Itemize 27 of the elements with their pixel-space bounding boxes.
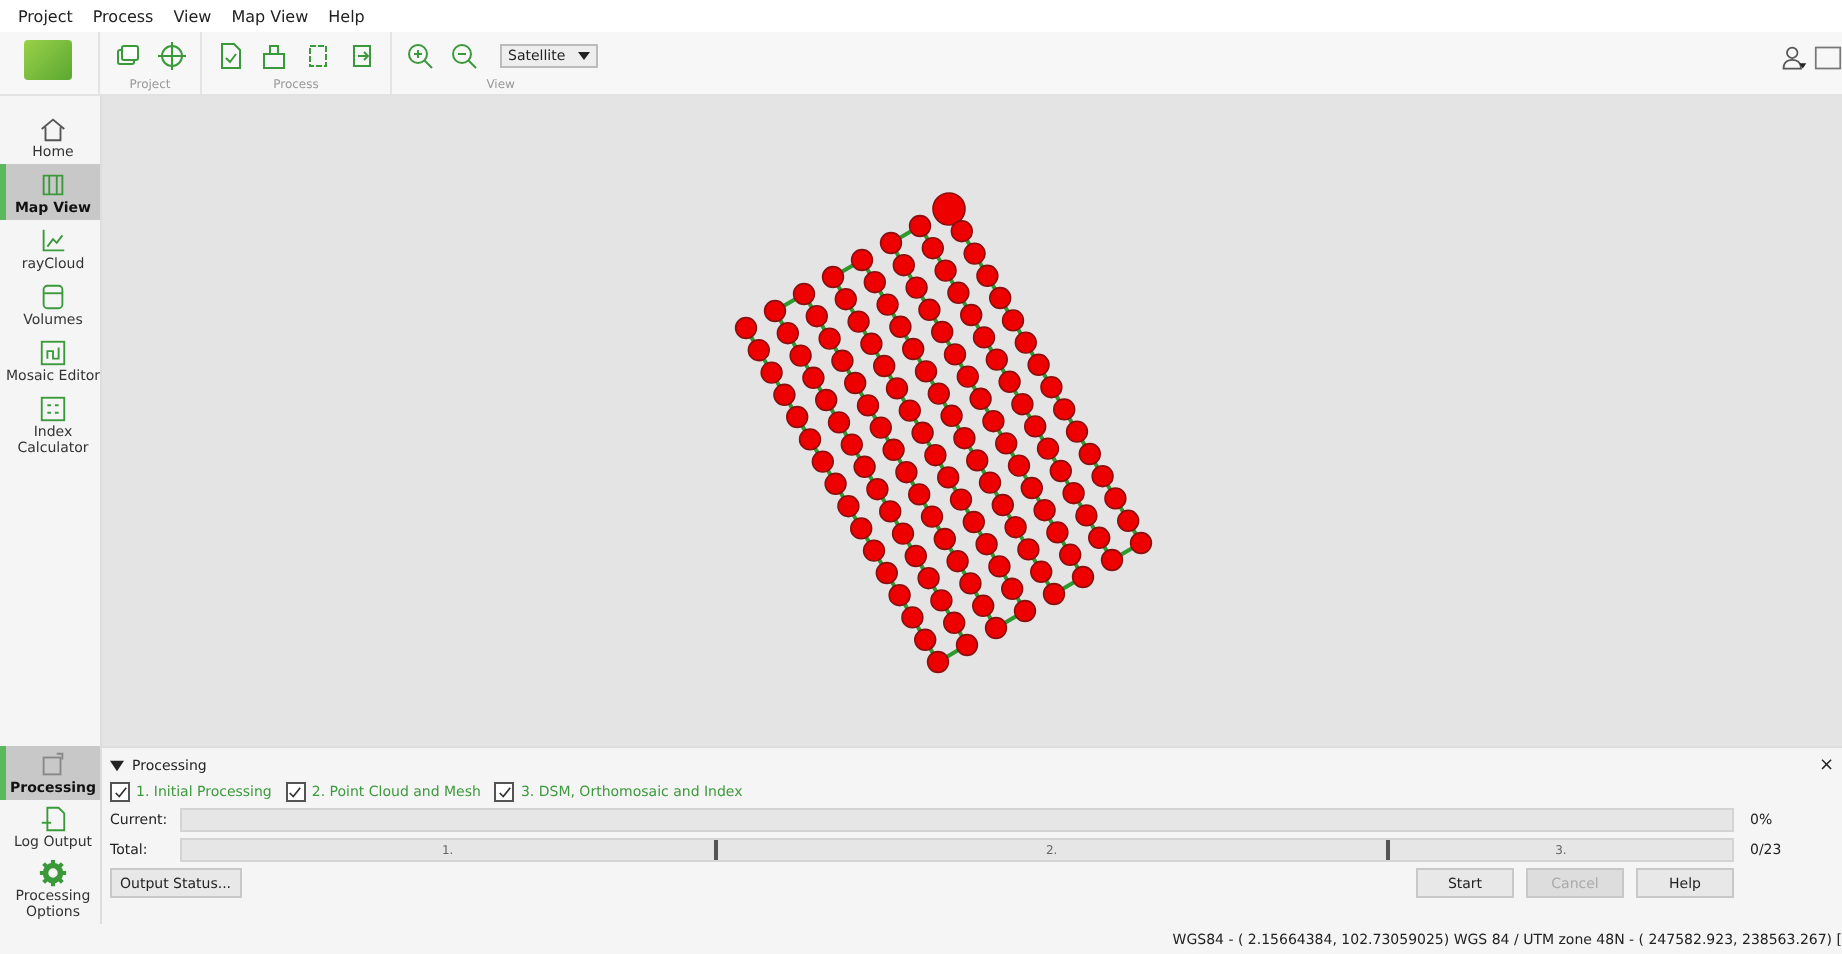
menu-item[interactable]: Help: [318, 7, 375, 25]
caret-icon: [577, 52, 590, 60]
index-icon: [38, 394, 68, 424]
zoom-in-icon[interactable]: [404, 40, 436, 72]
app-logo: [24, 40, 72, 80]
mosaic-icon: [38, 338, 68, 368]
user-icon[interactable]: [1780, 44, 1808, 72]
checkmark-icon: [497, 785, 512, 799]
close-icon[interactable]: ×: [1818, 756, 1834, 776]
checkmark-icon: [113, 785, 127, 799]
log-icon: [38, 804, 68, 834]
volume-icon: [38, 282, 68, 312]
map-icon: [38, 170, 68, 200]
menu-item[interactable]: View: [163, 7, 222, 25]
checkmark-icon: [288, 785, 303, 799]
tray-icon[interactable]: [258, 40, 290, 72]
window-icon[interactable]: [1814, 44, 1842, 72]
menu-item[interactable]: Map View: [221, 7, 319, 25]
gear-icon: [38, 858, 68, 888]
zoom-out-icon[interactable]: [448, 40, 480, 72]
menu-item[interactable]: Project: [8, 7, 83, 25]
home-icon: [38, 114, 68, 144]
cloud-icon: [38, 226, 68, 256]
collapse-arrow-icon[interactable]: [110, 760, 124, 772]
crosshair-icon[interactable]: [156, 40, 188, 72]
processing-icon: [38, 750, 68, 780]
menu-item[interactable]: Process: [82, 7, 164, 25]
